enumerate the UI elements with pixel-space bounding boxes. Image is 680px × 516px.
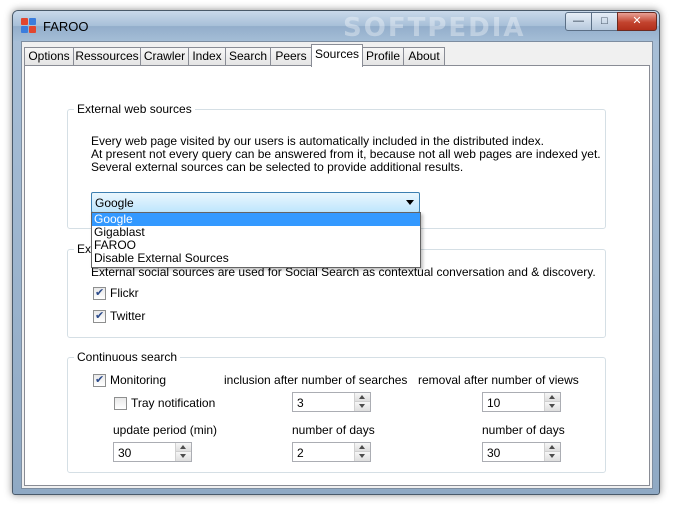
flickr-checkbox[interactable] [93,286,106,300]
update-period-up-button[interactable] [176,443,191,452]
inclusion-stepper[interactable]: 3 [292,392,371,412]
chevron-down-icon[interactable] [406,200,414,205]
inclusion-up-button[interactable] [355,393,370,402]
minimize-button[interactable]: — [565,12,592,31]
days-2-down-button[interactable] [545,452,560,461]
flickr-label: Flickr [110,286,139,300]
source-option-gigablast[interactable]: Gigablast [92,226,420,239]
external-web-desc-1: Every web page visited by our users is a… [91,134,544,148]
twitter-label: Twitter [110,309,146,323]
tab-ressources[interactable]: Ressources [73,47,141,66]
update-period-value: 30 [118,446,132,460]
monitoring-label: Monitoring [110,373,167,387]
source-select[interactable]: Google [91,192,420,213]
app-window: FAROO SOFTPEDIA — □ ✕ Options Ressources… [12,10,660,495]
days-stepper-1[interactable]: 2 [292,442,371,462]
sources-panel: External web sources Every web page visi… [24,65,650,486]
days-2-up-button[interactable] [545,443,560,452]
tab-profile[interactable]: Profile [362,47,404,66]
watermark: SOFTPEDIA [343,13,526,43]
days-label-1: number of days [292,423,375,437]
update-period-stepper[interactable]: 30 [113,442,192,462]
title-bar[interactable]: FAROO SOFTPEDIA — □ ✕ [13,11,659,43]
inclusion-value: 3 [297,396,304,410]
removal-down-button[interactable] [545,402,560,411]
source-option-disable[interactable]: Disable External Sources [92,252,420,265]
inclusion-down-button[interactable] [355,402,370,411]
update-period-label: update period (min) [113,423,218,437]
external-web-title: External web sources [74,102,195,116]
maximize-button[interactable]: □ [591,12,618,31]
tab-options[interactable]: Options [24,47,74,66]
days-1-down-button[interactable] [355,452,370,461]
window-client: Options Ressources Crawler Index Search … [21,41,653,489]
days-stepper-2[interactable]: 30 [482,442,561,462]
twitter-checkbox[interactable] [93,309,106,323]
external-web-desc-2: At present not every query can be answer… [91,147,601,161]
days-label-2: number of days [482,423,565,437]
tab-crawler[interactable]: Crawler [140,47,189,66]
days-value-1: 2 [297,446,304,460]
tray-notification-label: Tray notification [131,396,216,410]
inclusion-label: inclusion after number of searches [224,373,408,387]
faroo-logo-icon [21,18,37,34]
close-button[interactable]: ✕ [617,12,657,31]
update-period-down-button[interactable] [176,452,191,461]
removal-stepper[interactable]: 10 [482,392,561,412]
days-1-up-button[interactable] [355,443,370,452]
source-dropdown-list: Google Gigablast FAROO Disable External … [91,212,421,268]
days-value-2: 30 [487,446,501,460]
tab-peers[interactable]: Peers [270,47,312,66]
tray-notification-checkbox[interactable] [114,397,127,410]
tab-sources[interactable]: Sources [311,44,363,67]
tab-search[interactable]: Search [225,47,271,66]
removal-up-button[interactable] [545,393,560,402]
source-select-value: Google [95,196,134,210]
window-title: FAROO [43,19,89,34]
external-web-desc-3: Several external sources can be selected… [91,160,464,174]
removal-label: removal after number of views [418,373,579,387]
tab-index[interactable]: Index [188,47,226,66]
tab-about[interactable]: About [403,47,445,66]
removal-value: 10 [487,396,501,410]
continuous-search-title: Continuous search [74,350,181,364]
monitoring-checkbox[interactable] [93,373,106,387]
